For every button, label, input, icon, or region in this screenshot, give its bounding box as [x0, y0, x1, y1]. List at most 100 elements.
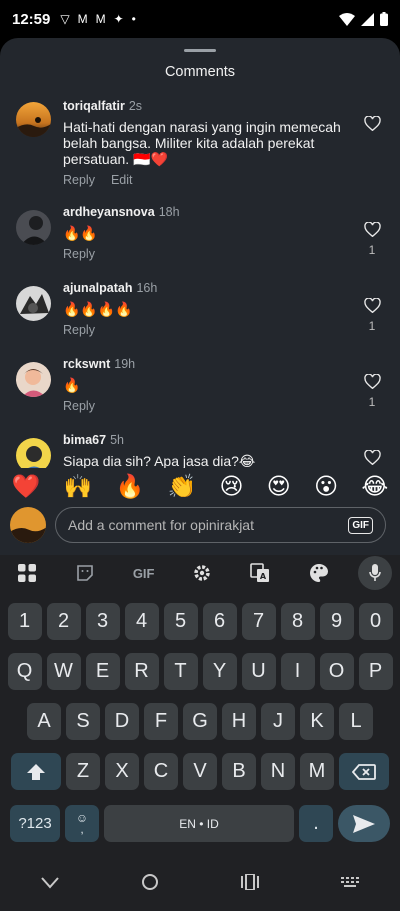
back-chevron-icon[interactable]: [41, 876, 59, 894]
comment-username[interactable]: toriqalfatir: [63, 99, 125, 113]
keyboard-toolbar: GIF A: [0, 555, 400, 591]
key[interactable]: L: [339, 703, 373, 740]
key[interactable]: E: [85, 653, 120, 690]
key[interactable]: W: [46, 653, 81, 690]
key[interactable]: R: [124, 653, 159, 690]
heart-icon: [363, 374, 381, 389]
key[interactable]: Z: [66, 753, 100, 790]
dev-icon: ✦: [113, 12, 124, 26]
key[interactable]: H: [222, 703, 256, 740]
backspace-key[interactable]: [339, 753, 389, 790]
key[interactable]: I: [280, 653, 315, 690]
key[interactable]: X: [105, 753, 139, 790]
symbols-key[interactable]: ?123: [10, 805, 60, 842]
gif-button[interactable]: GIF: [348, 516, 373, 534]
key[interactable]: P: [358, 653, 393, 690]
emoji-button[interactable]: 🔥: [116, 473, 145, 500]
key[interactable]: C: [144, 753, 178, 790]
comment-text: 🔥🔥🔥🔥: [63, 301, 133, 317]
comment-username[interactable]: ardheyansnova: [63, 205, 155, 219]
gmail-icon: M: [77, 12, 88, 26]
key[interactable]: 4: [124, 603, 159, 640]
emoji-button[interactable]: 👏: [168, 473, 197, 500]
drag-handle[interactable]: [184, 49, 216, 52]
key[interactable]: 8: [280, 603, 315, 640]
settings-gear-icon[interactable]: [183, 556, 221, 590]
sticker-icon[interactable]: [66, 556, 104, 590]
key[interactable]: 0: [358, 603, 393, 640]
like-count: 1: [368, 243, 376, 257]
gif-tab[interactable]: GIF: [125, 556, 163, 590]
comment-input[interactable]: Add a comment for opinirakjat GIF: [55, 507, 386, 543]
space-key[interactable]: EN • ID: [104, 805, 294, 842]
mic-icon[interactable]: [357, 556, 392, 590]
home-circle-icon[interactable]: [141, 873, 159, 896]
comment-text: Siapa dia sih? Apa jasa dia?😂: [63, 453, 256, 469]
avatar[interactable]: [16, 362, 51, 397]
edit-button[interactable]: Edit: [111, 173, 133, 187]
recents-icon[interactable]: [241, 873, 259, 895]
battery-icon: [380, 12, 388, 26]
key[interactable]: F: [144, 703, 178, 740]
translate-icon[interactable]: A: [241, 556, 279, 590]
key[interactable]: T: [163, 653, 198, 690]
avatar[interactable]: [16, 438, 51, 472]
heart-icon: [363, 116, 381, 131]
like-button[interactable]: 1: [362, 222, 382, 257]
key[interactable]: 5: [163, 603, 198, 640]
key[interactable]: G: [183, 703, 217, 740]
emoji-button[interactable]: 😮: [314, 473, 338, 500]
like-button[interactable]: 1: [362, 374, 382, 409]
key[interactable]: S: [66, 703, 100, 740]
key[interactable]: Y: [202, 653, 237, 690]
key[interactable]: 9: [319, 603, 354, 640]
svg-text:A: A: [260, 572, 267, 581]
gmail-icon: M: [95, 12, 106, 26]
key[interactable]: 7: [241, 603, 276, 640]
key[interactable]: 2: [46, 603, 81, 640]
key[interactable]: U: [241, 653, 276, 690]
like-button[interactable]: [362, 450, 382, 465]
send-key[interactable]: [338, 805, 390, 842]
key[interactable]: 1: [7, 603, 42, 640]
key[interactable]: 3: [85, 603, 120, 640]
reply-button[interactable]: Reply: [63, 173, 95, 187]
key[interactable]: O: [319, 653, 354, 690]
avatar[interactable]: [16, 102, 51, 137]
key[interactable]: Q: [7, 653, 42, 690]
like-button[interactable]: [362, 116, 382, 131]
emoji-button[interactable]: 🙌: [64, 473, 93, 500]
key[interactable]: N: [261, 753, 295, 790]
comment-username[interactable]: rckswnt: [63, 357, 110, 371]
key[interactable]: V: [183, 753, 217, 790]
palette-icon[interactable]: [300, 556, 338, 590]
reply-button[interactable]: Reply: [63, 323, 95, 337]
signal-icon: [361, 12, 374, 26]
reply-button[interactable]: Reply: [63, 247, 95, 261]
comment-username[interactable]: ajunalpatah: [63, 281, 132, 295]
key[interactable]: D: [105, 703, 139, 740]
reply-button[interactable]: Reply: [63, 399, 95, 413]
key[interactable]: M: [300, 753, 334, 790]
emoji-comma-key[interactable]: ☺ ,: [65, 805, 99, 842]
comment-username[interactable]: bima67: [63, 433, 106, 447]
apps-grid-icon[interactable]: [8, 556, 46, 590]
comment-list[interactable]: toriqalfatir 2s Hati-hati dengan narasi y…: [0, 96, 400, 472]
avatar[interactable]: [16, 210, 51, 245]
emoji-button[interactable]: 😍: [267, 473, 291, 500]
key[interactable]: K: [300, 703, 334, 740]
avatar[interactable]: [16, 286, 51, 321]
key[interactable]: J: [261, 703, 295, 740]
key[interactable]: A: [27, 703, 61, 740]
emoji-button[interactable]: ❤️: [12, 473, 41, 500]
shift-key[interactable]: [11, 753, 61, 790]
key[interactable]: B: [222, 753, 256, 790]
like-button[interactable]: 1: [362, 298, 382, 333]
emoji-button[interactable]: 😂: [361, 473, 388, 500]
key[interactable]: 6: [202, 603, 237, 640]
emoji-bar: ❤️ 🙌 🔥 👏 😢 😍 😮 😂: [0, 468, 400, 504]
period-key[interactable]: .: [299, 805, 333, 842]
wifi-icon: [339, 12, 355, 26]
emoji-button[interactable]: 😢: [219, 473, 243, 500]
keyboard-switch-icon[interactable]: [341, 876, 359, 894]
